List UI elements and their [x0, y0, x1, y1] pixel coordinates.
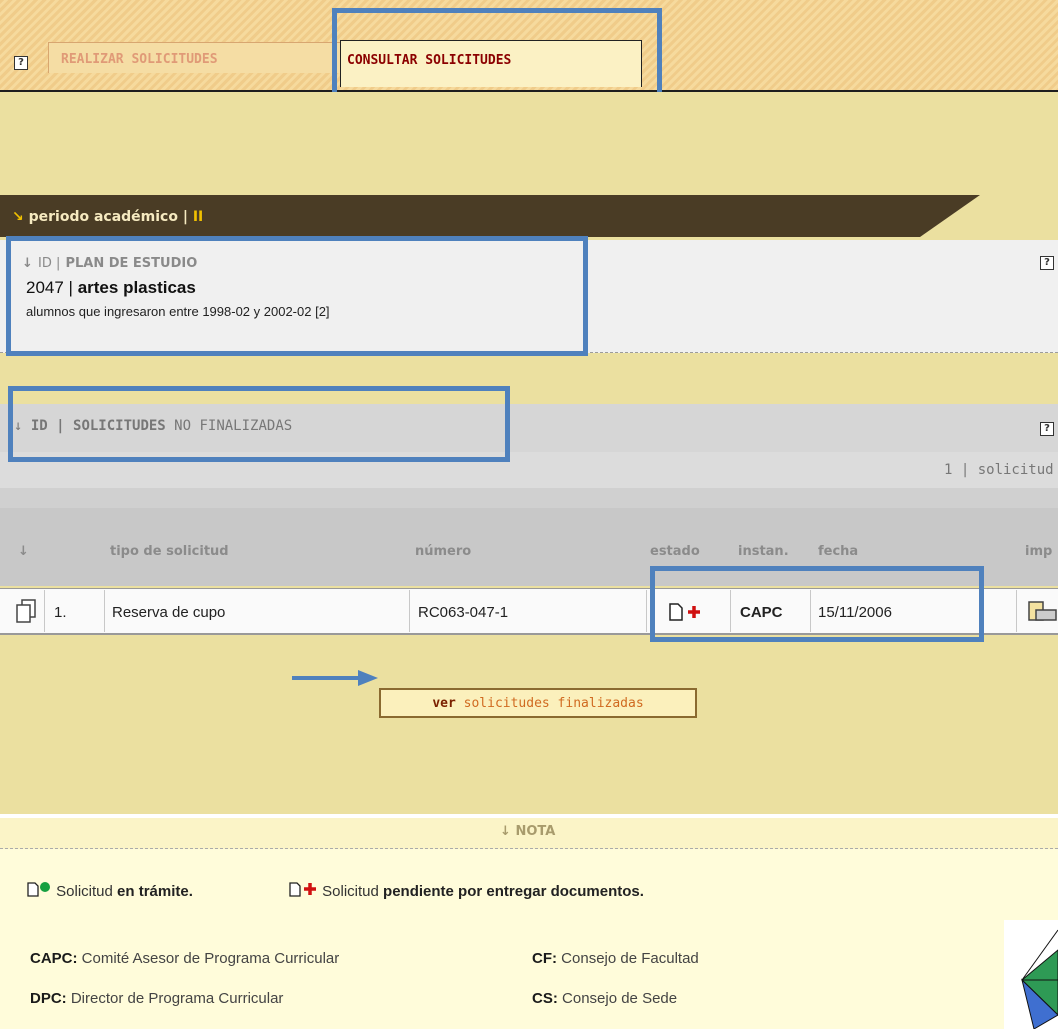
def-capc: CAPC: Comité Asesor de Programa Curricul… [30, 950, 340, 967]
tab-label: REALIZAR SOLICITUDES [61, 52, 218, 67]
row-tipo: Reserva de cupo [112, 604, 226, 621]
university-logo-icon [1021, 929, 1058, 1030]
button-label-bold: ver [432, 696, 456, 711]
legend-pendiente: Solicitud pendiente por entregar documen… [288, 880, 644, 900]
help-icon[interactable]: ? [14, 50, 28, 70]
solicitudes-count: 1 | solicitud [944, 462, 1054, 478]
def-cs: CS: Consejo de Sede [532, 990, 678, 1007]
copy-icon[interactable] [14, 598, 38, 628]
nota-header: ↓ NOTA [0, 818, 1058, 849]
periodo-value: II [192, 209, 204, 225]
logo-area [1004, 920, 1058, 1030]
print-icon[interactable] [1026, 600, 1058, 628]
tab-realizar-solicitudes[interactable]: REALIZAR SOLICITUDES [48, 42, 352, 73]
in-process-icon [27, 882, 50, 897]
ver-solicitudes-finalizadas-button[interactable]: ver solicitudes finalizadas [379, 688, 697, 718]
col-instancia[interactable]: instan. [738, 544, 789, 559]
pointer-arrow-icon [292, 668, 382, 692]
def-dpc: DPC: Director de Programa Curricular [30, 990, 284, 1007]
col-imp[interactable]: imp [1025, 544, 1052, 559]
col-tipo[interactable]: tipo de solicitud [110, 544, 229, 559]
button-label-rest: solicitudes finalizadas [463, 696, 644, 711]
periodo-academico-bar: ↘ periodo académico | II [0, 195, 920, 237]
nota-title: NOTA [515, 824, 556, 839]
periodo-label: periodo académico | [28, 209, 188, 225]
down-arrow-icon: ↓ [500, 824, 511, 839]
highlight-box-plan [6, 236, 588, 356]
col-numero[interactable]: número [415, 544, 471, 559]
def-cf: CF: Consejo de Facultad [532, 950, 699, 967]
col-estado[interactable]: estado [650, 544, 700, 559]
highlight-box-solicitudes [8, 386, 510, 462]
periodo-bar-tail [920, 195, 980, 237]
row-index: 1. [54, 604, 67, 621]
col-fecha[interactable]: fecha [818, 544, 858, 559]
highlight-box-estado [650, 566, 984, 642]
help-icon[interactable]: ? [1040, 416, 1054, 436]
row-numero: RC063-047-1 [418, 604, 509, 621]
sort-arrow-icon[interactable]: ↓ [18, 544, 29, 559]
pending-documents-icon [289, 882, 316, 897]
spacer [0, 488, 1058, 508]
help-icon[interactable]: ? [1040, 250, 1054, 270]
legend-en-tramite: Solicitud en trámite. [26, 880, 193, 900]
